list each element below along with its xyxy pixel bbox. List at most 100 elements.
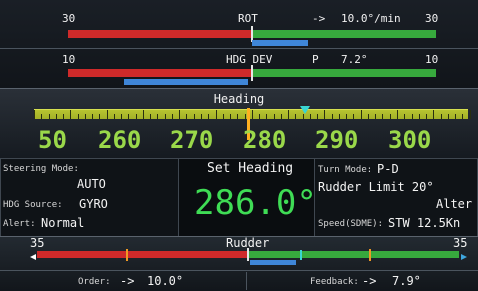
- steering-panel: Steering Mode: AUTO HDG Source: GYRO Ale…: [0, 158, 180, 238]
- speed-value: STW 12.5Kn: [388, 216, 461, 230]
- set-heading-title: Set Heading: [207, 161, 294, 176]
- heading-tick: [70, 110, 72, 119]
- heading-tick: [186, 114, 188, 119]
- heading-tick: [360, 110, 362, 119]
- hdgdev-side: P: [312, 53, 319, 66]
- heading-tick: [135, 114, 137, 119]
- steering-mode-label: Steering Mode:: [3, 164, 79, 174]
- heading-tick: [34, 110, 35, 119]
- turn-mode-label: Turn Mode:: [318, 165, 373, 175]
- hdg-source-label: HDG Source:: [3, 200, 63, 210]
- alert-value: Normal: [41, 216, 85, 230]
- rudder-starboard-segment: [248, 251, 459, 258]
- rot-arrow: ->: [312, 12, 326, 25]
- rudder-limit[interactable]: Rudder Limit 20°: [318, 180, 434, 194]
- speed-label: Speed(SDME):: [318, 219, 384, 229]
- rudder-limit-port-marker: [126, 249, 128, 261]
- heading-tick: [426, 114, 428, 119]
- hdgdev-scale-left: 10: [62, 53, 76, 66]
- turn-mode-value[interactable]: P-D: [377, 162, 399, 176]
- rudder-center-tick: [247, 248, 249, 261]
- heading-tick: [215, 110, 217, 119]
- rudder-scale-left: 35: [30, 236, 45, 250]
- rot-port-segment: [68, 30, 252, 38]
- heading-tick: [353, 114, 355, 119]
- heading-tick: [128, 114, 130, 119]
- hdgdev-value: 7.2°: [341, 53, 368, 66]
- heading-tick: [433, 110, 435, 119]
- heading-tick: [455, 114, 457, 119]
- rudder-scale-right: 35: [453, 236, 468, 250]
- heading-tick: [106, 110, 108, 119]
- heading-tick: [462, 114, 464, 119]
- heading-scale-label: 50: [38, 126, 67, 154]
- heading-tick: [113, 114, 115, 119]
- hdgdev-label: HDG DEV: [226, 53, 273, 66]
- rudder-limit-starboard-marker: [369, 249, 371, 261]
- heading-tick: [244, 114, 246, 119]
- heading-tick: [404, 114, 406, 119]
- heading-tick: [317, 114, 319, 119]
- rot-scale-right: 30: [425, 12, 439, 25]
- heading-tick: [142, 110, 144, 119]
- alert-label: Alert:: [3, 219, 36, 229]
- heading-tick: [200, 114, 202, 119]
- heading-scale-label: 290: [315, 126, 359, 154]
- rot-starboard-segment: [252, 30, 436, 38]
- heading-tick: [266, 114, 268, 119]
- heading-tick: [48, 114, 50, 119]
- hdgdev-scale-right: 10: [425, 53, 439, 66]
- heading-scale-label: 280: [243, 126, 287, 154]
- heading-tick: [375, 114, 377, 119]
- heading-tick: [208, 114, 210, 119]
- heading-tick: [230, 114, 232, 119]
- alter-button[interactable]: Alter: [436, 197, 472, 211]
- heading-tick: [251, 110, 253, 119]
- heading-tick: [309, 114, 311, 119]
- heading-tick: [440, 114, 442, 119]
- heading-tick: [237, 114, 239, 119]
- feedback-label: Feedback:: [310, 277, 359, 287]
- heading-tick: [193, 114, 195, 119]
- hdg-source-value[interactable]: GYRO: [79, 197, 108, 211]
- rot-value: 10.0°/min: [341, 12, 401, 25]
- heading-title: Heading: [213, 92, 265, 106]
- heading-tick: [346, 114, 348, 119]
- port-arrow-icon: [30, 254, 36, 260]
- hdgdev-starboard-segment: [252, 69, 436, 77]
- heading-tick: [157, 114, 159, 119]
- rot-scale-left: 30: [62, 12, 76, 25]
- rot-bar: [58, 26, 444, 42]
- heading-tick: [99, 114, 101, 119]
- heading-tick: [338, 114, 340, 119]
- heading-tick: [331, 114, 333, 119]
- heading-tape: [34, 109, 471, 119]
- turn-panel: Turn Mode: P-D Rudder Limit 20° Alter Sp…: [314, 158, 478, 238]
- heading-tick: [259, 114, 261, 119]
- starboard-arrow-icon: [461, 254, 467, 260]
- heading-tick: [389, 114, 391, 119]
- set-heading-value[interactable]: 286.0°: [194, 183, 317, 223]
- feedback-arrow: ->: [362, 274, 377, 288]
- order-feedback-separator: [246, 272, 247, 290]
- heading-tick: [367, 114, 369, 119]
- heading-tick: [121, 114, 123, 119]
- heading-tick: [469, 110, 471, 119]
- heading-tick: [222, 114, 224, 119]
- rate-divider: [0, 48, 478, 49]
- heading-tick: [55, 114, 57, 119]
- heading-tick: [280, 114, 282, 119]
- steering-mode-value[interactable]: AUTO: [77, 177, 106, 191]
- heading-tick: [302, 114, 304, 119]
- hdgdev-bar: [58, 65, 444, 81]
- heading-tick: [273, 114, 275, 119]
- set-heading-panel[interactable]: Set Heading 286.0°: [178, 158, 317, 238]
- heading-tick: [41, 114, 43, 119]
- set-heading-marker: [300, 106, 310, 114]
- rudder-order-marker: [300, 250, 302, 260]
- heading-panel: Heading 50 260 270 280 290 300: [0, 88, 478, 160]
- heading-tick: [150, 114, 152, 119]
- rudder-feedback-indicator: [250, 260, 296, 265]
- order-arrow: ->: [120, 274, 135, 288]
- heading-scale-label: 260: [98, 126, 142, 154]
